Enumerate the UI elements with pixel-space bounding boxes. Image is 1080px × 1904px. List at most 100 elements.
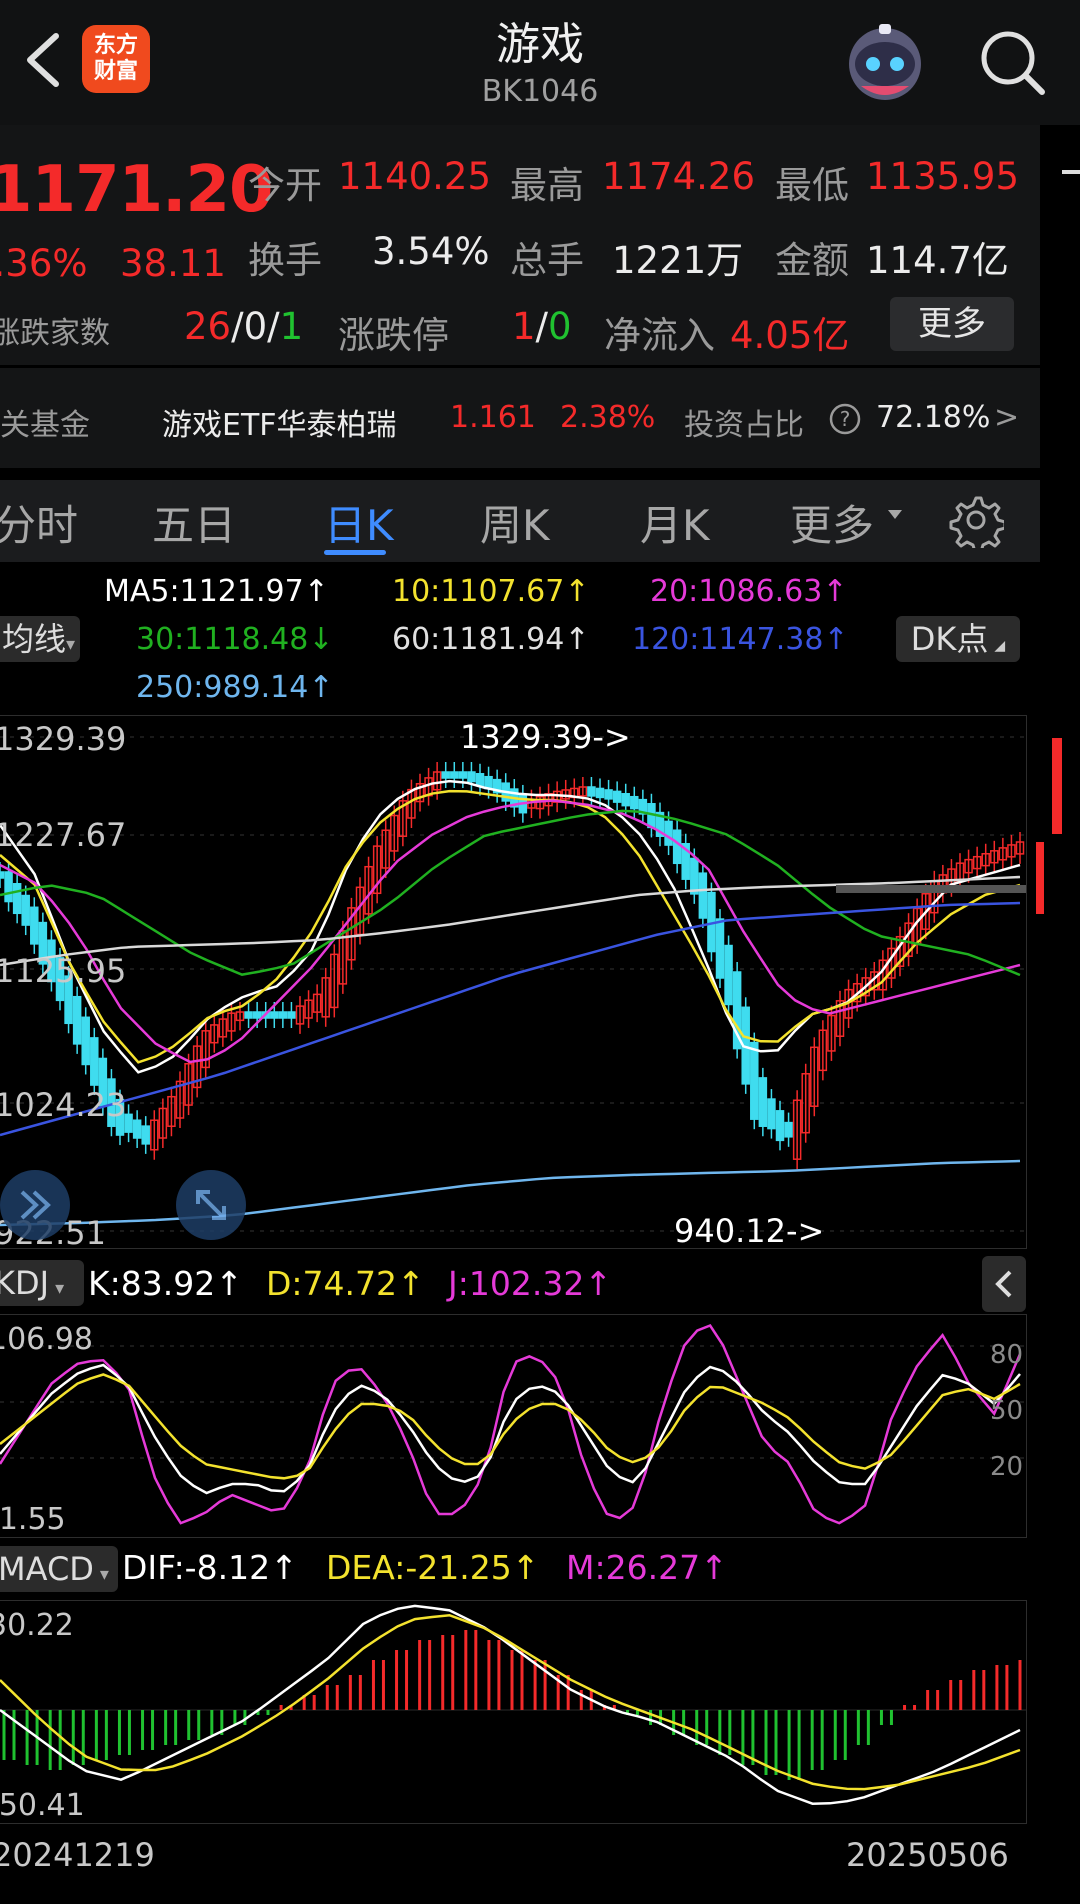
double-chevron-right-icon [20,1190,51,1220]
candle-body [475,773,485,787]
macd-dif-line [0,1604,1021,1805]
candle-body [595,787,605,799]
kline-chart[interactable] [0,715,1026,1247]
ma5-line [0,779,1021,1074]
dk-point-button[interactable]: DK点 ◢ [896,616,1020,662]
candle-body [72,995,82,1045]
macd-dropdown[interactable]: MACD ▾ [0,1546,118,1592]
macd-dif-value: DIF:-8.12↑ [122,1548,298,1587]
candle-body [724,944,733,1006]
amount-value: 114.7亿 [866,239,1009,282]
tab-daily-k[interactable]: 日K [324,492,394,553]
macd-y-bottom: -50.41 [0,1788,85,1823]
open-label: 今开 [248,164,322,207]
y-label-2: 1227.67 [0,816,127,854]
candle-body [81,1016,90,1066]
tab-five-day[interactable]: 五日 [152,492,236,553]
candle-body [587,786,596,797]
candle-body [450,771,459,779]
collapse-panel-button[interactable] [982,1256,1026,1312]
y-label-top: 1329.39 [0,720,127,758]
limit-label: 涨跌停 [338,314,449,357]
caret-down-icon [888,510,902,519]
more-button[interactable]: 更多 [890,297,1014,351]
tab-intraday[interactable]: 分时 [0,492,78,553]
inflow-label: 净流入 [604,314,715,357]
kdj-y-top: 106.98 [0,1322,93,1357]
kdj-j-value: J:102.32↑ [448,1264,612,1303]
y-label-4: 1024.23 [0,1086,127,1124]
change-value: 38.11 [120,242,226,285]
kdj-y-bottom: -1.55 [0,1502,66,1537]
ma60-value: 60:1181.94↑ [392,622,590,657]
svg-text:?: ? [840,407,851,431]
candle-body [467,771,476,783]
limit-values: 1/0 [512,305,572,348]
macd-dea-line [0,1613,1021,1791]
robot-avatar-icon[interactable] [843,20,927,104]
ma120-value: 120:1147.38↑ [632,622,849,657]
open-value: 1140.25 [338,155,492,198]
side-volume-bar [1052,738,1062,834]
fund-name: 游戏ETF华泰柏瑞 [162,408,397,443]
candle-body [630,795,639,810]
search-icon[interactable] [978,28,1048,98]
candle-body [775,1110,785,1142]
fund-ratio-label: 投资占比 [684,408,804,443]
candle-body [132,1119,142,1139]
tab-monthly-k[interactable]: 月K [640,492,710,553]
candle-body [4,871,13,903]
change-percent: 3.36% [0,242,88,285]
ma250-line [0,1159,1021,1227]
tab-more[interactable]: 更多 [790,492,874,553]
end-date: 20250506 [846,1836,1009,1874]
breadth-values: 26/0/1 [184,305,304,348]
kdj-k-value: K:83.92↑ [88,1264,243,1303]
candle-body [612,790,622,803]
ma20-value: 20:1086.63↑ [650,574,848,609]
related-fund-row[interactable]: 相关基金 游戏ETF华泰柏瑞 1.161 2.38% 投资占比 ? 72.18%… [0,368,1040,468]
expand-arrows-icon [196,1190,226,1220]
candle-body [664,820,673,846]
fund-price: 1.161 [450,400,536,435]
candle-body [458,771,468,779]
ma10-value: 10:1107.67↑ [392,574,590,609]
turnover-label: 换手 [248,239,322,282]
breadth-label: 涨跌家数 [0,316,110,351]
start-date: 20241219 [0,1836,155,1874]
gear-icon[interactable] [948,492,1004,548]
kdj-j-line [0,1323,1022,1525]
candle-body [750,1041,759,1120]
expand-left-button[interactable] [0,1170,70,1240]
kdj-d-line [0,1373,1021,1480]
ma120-line [0,901,1021,1137]
candle-body [252,1011,262,1019]
candle-body [244,1011,253,1019]
ma-dropdown[interactable]: 均线▾ [0,616,80,662]
tab-weekly-k[interactable]: 周K [480,492,550,553]
kdj-d-value: D:74.72↑ [266,1264,425,1303]
chevron-right-icon[interactable]: > [994,400,1019,435]
ma10-line [0,789,1021,1064]
support-band [836,885,1026,893]
candle-body [21,894,30,926]
kdj-chart[interactable] [0,1314,1026,1536]
macd-m-value: M:26.27↑ [566,1548,728,1587]
fund-percent: 2.38% [560,400,656,435]
candle-body [604,789,613,800]
candle-body [441,771,450,779]
candle-body [0,871,5,879]
fullscreen-button[interactable] [176,1170,246,1240]
kdj-dropdown[interactable]: KDJ ▾ [0,1260,84,1306]
candle-body [12,883,22,915]
question-icon[interactable]: ? [828,402,862,436]
candle-body [767,1098,776,1130]
side-volume-bar-2 [1036,842,1044,914]
high-label: 最高 [510,164,584,207]
candle-body [90,1037,99,1086]
ma250-value: 250:989.14↑ [136,670,334,705]
low-label: 最低 [775,164,849,207]
macd-chart[interactable] [0,1600,1026,1822]
period-tabs: 分时 五日 日K 周K 月K 更多 [0,480,1040,562]
macd-y-top: 30.22 [0,1608,74,1643]
